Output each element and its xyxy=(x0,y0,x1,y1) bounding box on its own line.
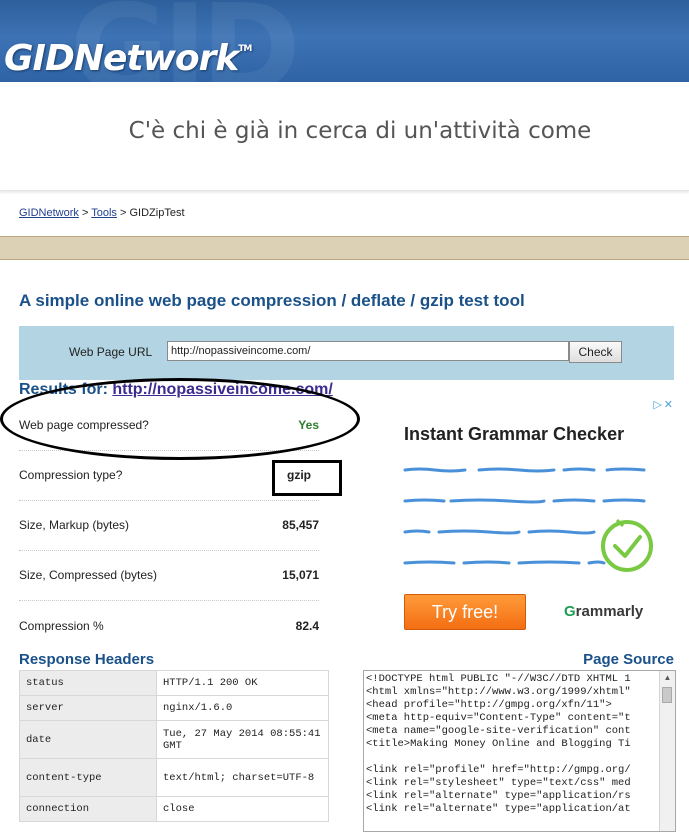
try-free-button[interactable]: Try free! xyxy=(404,594,526,630)
header-key: server xyxy=(19,695,157,721)
table-row: date Tue, 27 May 2014 08:55:41 GMT xyxy=(19,720,329,759)
source-line: <meta name="google-site-verification" co… xyxy=(366,725,631,737)
url-label: Web Page URL xyxy=(69,345,153,359)
result-row-compression-percent: Compression % 82.4 xyxy=(19,601,319,651)
section-divider-bar xyxy=(0,236,689,260)
table-row: server nginx/1.6.0 xyxy=(19,695,329,721)
check-button[interactable]: Check xyxy=(569,341,622,363)
page-title: A simple online web page compression / d… xyxy=(19,291,525,310)
annotation-ellipse xyxy=(0,378,360,460)
annotation-box xyxy=(272,460,342,496)
source-line: <link rel="profile" href="http://gmpg.or… xyxy=(366,764,631,776)
result-label: Size, Compressed (bytes) xyxy=(19,568,158,582)
table-row: connection close xyxy=(19,796,329,822)
source-line: <meta http-equiv="Content-Type" content=… xyxy=(366,712,631,724)
url-form: Web Page URL Check xyxy=(19,326,674,380)
table-row: status HTTP/1.1 200 OK xyxy=(19,670,329,696)
header-value: nginx/1.6.0 xyxy=(156,695,329,721)
source-line: <link rel="alternate" type="application/… xyxy=(366,803,631,815)
brand-initial: G xyxy=(564,603,576,620)
header-key: date xyxy=(19,720,157,759)
source-line: <head profile="http://gmpg.org/xfn/11"> xyxy=(366,699,612,711)
table-row: content-type text/html; charset=UTF-8 xyxy=(19,758,329,797)
ad-banner[interactable]: C'è chi è già in cerca di un'attività co… xyxy=(0,82,689,191)
header-key: status xyxy=(19,670,157,696)
url-input[interactable] xyxy=(167,341,569,361)
page-source-textarea[interactable]: <!DOCTYPE html PUBLIC "-//W3C//DTD XHTML… xyxy=(363,670,676,832)
result-value: 15,071 xyxy=(282,568,319,582)
header-value: HTTP/1.1 200 OK xyxy=(156,670,329,696)
source-scrollbar[interactable]: ▲ xyxy=(659,671,675,831)
source-line: <link rel="stylesheet" type="text/css" m… xyxy=(366,777,631,789)
brand-rest: rammarly xyxy=(575,603,644,620)
source-line xyxy=(366,751,656,764)
source-line: <title>Making Money Online and Blogging … xyxy=(366,738,631,750)
source-line: <link rel="alternate" type="application/… xyxy=(366,790,631,802)
header-value: close xyxy=(156,796,329,822)
breadcrumb-current: GIDZipTest xyxy=(129,207,185,219)
breadcrumb-tools-link[interactable]: Tools xyxy=(91,207,117,219)
result-value: 82.4 xyxy=(295,619,319,633)
page-source-text[interactable]: <!DOCTYPE html PUBLIC "-//W3C//DTD XHTML… xyxy=(366,673,656,816)
header-key: content-type xyxy=(19,758,157,797)
result-label: Compression % xyxy=(19,619,104,633)
result-label: Compression type? xyxy=(19,468,123,482)
header-value: text/html; charset=UTF-8 xyxy=(156,758,329,797)
result-value: 85,457 xyxy=(282,518,319,532)
site-header: GID GIDNetworkTM xyxy=(0,0,689,82)
site-logo[interactable]: GIDNetworkTM xyxy=(4,38,252,79)
breadcrumb-separator: > xyxy=(116,207,130,219)
result-label: Size, Markup (bytes) xyxy=(19,518,130,532)
page-source-title: Page Source xyxy=(583,651,674,668)
response-headers-title: Response Headers xyxy=(19,651,155,668)
scroll-thumb[interactable] xyxy=(662,687,672,703)
source-line: <html xmlns="http://www.w3.org/1999/xhtm… xyxy=(366,686,631,698)
response-headers-table: status HTTP/1.1 200 OK server nginx/1.6.0 … xyxy=(19,670,329,822)
scroll-up-icon[interactable]: ▲ xyxy=(660,671,675,685)
grammarly-ad[interactable]: ▷✕ Instant Grammar Checker Try free! Gra… xyxy=(389,398,675,643)
result-row-markup-size: Size, Markup (bytes) 85,457 xyxy=(19,500,319,551)
header-value: Tue, 27 May 2014 08:55:41 GMT xyxy=(156,720,329,759)
trademark-mark: TM xyxy=(238,44,252,54)
result-row-compressed-size: Size, Compressed (bytes) 15,071 xyxy=(19,550,319,601)
breadcrumb-home-link[interactable]: GIDNetwork xyxy=(19,207,79,219)
header-key: connection xyxy=(19,796,157,822)
breadcrumb: GIDNetwork > Tools > GIDZipTest xyxy=(19,207,185,219)
breadcrumb-separator: > xyxy=(78,207,92,219)
banner-text: C'è chi è già in cerca di un'attività co… xyxy=(128,118,592,144)
source-line: <!DOCTYPE html PUBLIC "-//W3C//DTD XHTML… xyxy=(366,673,631,685)
grammarly-logo[interactable]: Grammarly xyxy=(564,603,643,620)
